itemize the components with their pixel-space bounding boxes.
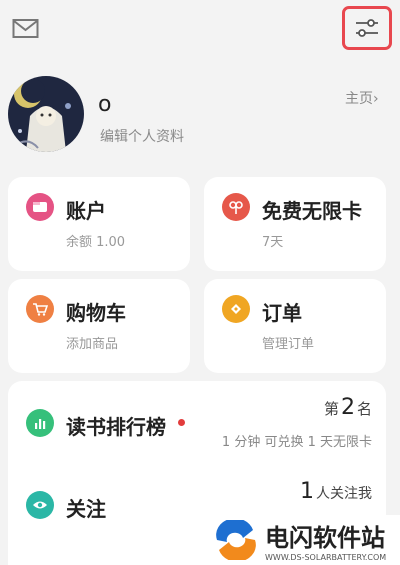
free-card-title: 免费无限卡	[262, 199, 362, 223]
eye-icon	[26, 491, 54, 519]
sliders-icon	[356, 19, 378, 37]
notification-dot	[178, 419, 185, 426]
follow-title: 关注	[66, 497, 106, 521]
account-card[interactable]: 账户 余额 1.00	[8, 177, 190, 271]
ranking-title: 读书排行榜	[66, 415, 166, 439]
free-card-duration: 7天	[262, 235, 284, 250]
orders-title: 订单	[262, 301, 302, 325]
watermark-text: 电闪软件站 WWW.DS-SOLARBATTERY.COM	[265, 518, 386, 562]
watermark: 电闪软件站 WWW.DS-SOLARBATTERY.COM	[205, 515, 400, 565]
bar-chart-icon	[26, 409, 54, 437]
avatar[interactable]	[8, 76, 84, 152]
ranking-row[interactable]: 读书排行榜 第2 名 1 分钟 可兑换 1 天无限卡	[8, 381, 386, 461]
ticket-icon	[222, 193, 250, 221]
rank-prefix: 第	[323, 400, 339, 418]
ranking-detail: 1 分钟 可兑换 1 天无限卡	[221, 435, 372, 450]
watermark-title: 电闪软件站	[265, 524, 385, 552]
account-title: 账户	[66, 199, 106, 223]
homepage-link[interactable]: 主页›	[345, 88, 379, 108]
cart-icon	[26, 295, 54, 323]
profile-section: o 编辑个人资料 主页›	[0, 70, 400, 170]
rank-suffix: 名	[356, 400, 372, 418]
rank-number: 2	[340, 395, 355, 420]
cart-card[interactable]: 购物车 添加商品	[8, 279, 190, 373]
edit-profile-link[interactable]: 编辑个人资料	[100, 126, 184, 146]
watermark-logo	[216, 520, 256, 560]
order-icon	[222, 295, 250, 323]
avatar-illustration	[8, 76, 84, 152]
chevron-right-icon: ›	[373, 91, 379, 107]
free-card-card[interactable]: 免费无限卡 7天	[204, 177, 386, 271]
orders-card[interactable]: 订单 管理订单	[204, 279, 386, 373]
follower-suffix: 人关注我	[316, 486, 372, 502]
watermark-url: WWW.DS-SOLARBATTERY.COM	[265, 553, 387, 562]
orders-subtitle: 管理订单	[262, 337, 315, 352]
homepage-link-label: 主页	[345, 91, 373, 107]
username: o	[98, 92, 112, 117]
follower-number: 1	[300, 479, 314, 504]
top-bar	[0, 0, 400, 60]
wallet-icon	[26, 193, 54, 221]
cart-subtitle: 添加商品	[66, 337, 119, 352]
settings-button[interactable]	[342, 6, 392, 50]
mail-icon[interactable]	[12, 18, 40, 40]
account-balance: 余额 1.00	[66, 235, 126, 250]
follow-count: 1 人关注我	[298, 479, 372, 504]
ranking-position: 第2 名	[324, 395, 372, 420]
cart-title: 购物车	[66, 301, 126, 325]
